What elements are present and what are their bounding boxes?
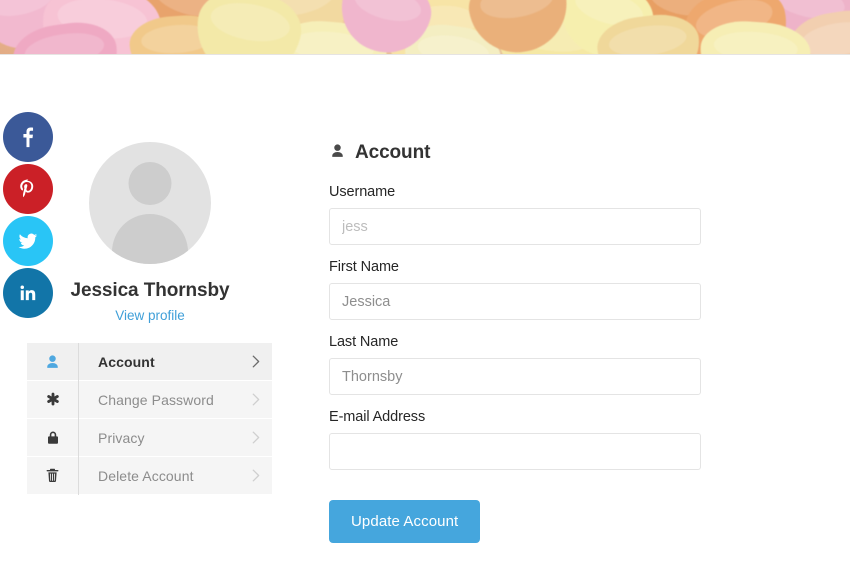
chevron-right-icon [238,468,272,483]
candy-heart [189,0,307,54]
sidebar-item-privacy[interactable]: Privacy [27,418,272,457]
update-account-button[interactable]: Update Account [329,500,481,543]
sidebar-item-change-password[interactable]: Change Password [27,380,272,419]
candy-hearts-photo [0,0,850,54]
sidebar-item-label: Change Password [98,391,214,408]
asterisk-icon [44,391,62,409]
account-heading: Account [329,142,701,164]
field-group-last-name: Last Name [329,334,701,395]
lock-icon [45,430,61,446]
menu-icon-cell [27,381,78,418]
sidebar-item-label: Privacy [98,429,145,446]
sidebar-item-label: Delete Account [98,467,194,484]
last-name-input[interactable] [329,358,701,395]
field-label-email: E-mail Address [329,409,426,425]
avatar [89,142,211,264]
chevron-right-icon [238,392,272,407]
username-input[interactable] [329,208,701,245]
field-group-first-name: First Name [329,259,701,320]
field-group-email: E-mail Address [329,409,701,470]
chevron-right-icon [238,354,272,369]
menu-icon-cell [27,343,78,380]
person-icon [329,142,346,164]
chevron-right-icon [238,430,272,445]
profile-block: Jessica Thornsby View profile [25,142,275,325]
person-icon [44,353,61,370]
account-form-fields: Username First Name Last Name E-mail Addres… [329,184,701,470]
page-title: Account [355,142,431,163]
profile-name: Jessica Thornsby [70,280,230,301]
trash-icon [44,467,61,484]
avatar-body-shape [112,214,188,264]
field-label-last-name: Last Name [329,334,399,350]
email-input[interactable] [329,433,701,470]
sidebar-item-account[interactable]: Account [27,342,272,381]
account-panel: Account Username First Name Last Name E-mai… [329,142,701,543]
menu-icon-cell [27,419,78,456]
avatar-head-shape [128,162,172,205]
settings-menu: Account Change Password Privacy Delete Acco… [27,342,272,496]
field-label-first-name: First Name [329,259,399,275]
sidebar-item-delete-account[interactable]: Delete Account [27,456,272,495]
view-profile-link[interactable]: View profile [115,308,185,323]
first-name-input[interactable] [329,283,701,320]
header-banner [0,0,850,55]
menu-icon-cell [27,457,78,494]
sidebar-item-label: Account [98,353,155,370]
field-label-username: Username [329,184,396,200]
field-group-username: Username [329,184,701,245]
